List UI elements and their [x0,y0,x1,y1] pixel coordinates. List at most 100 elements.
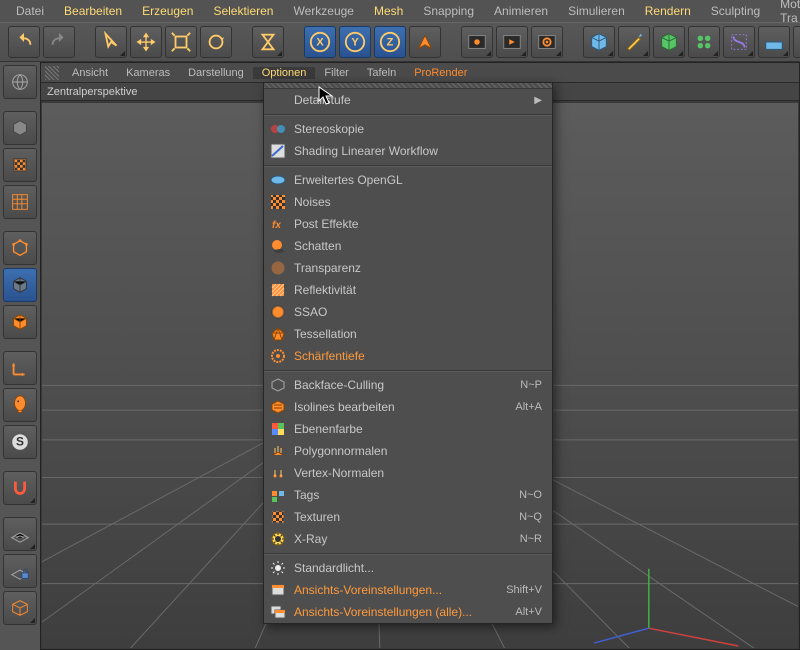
edge-mode-button[interactable] [3,305,37,339]
polygon-normals-icon [270,443,286,459]
transparency-icon [270,260,286,276]
scale-tool-button[interactable] [165,26,197,58]
vp-menu-optionen[interactable]: Optionen [253,67,316,79]
move-tool-button[interactable] [130,26,162,58]
viewport-drag-handle[interactable] [45,66,59,80]
generator-button[interactable] [653,26,685,58]
dd-item-tessellation[interactable]: Tessellation [264,323,552,345]
menu-motiontracker[interactable]: Motion Tra [770,0,800,28]
vp-menu-prorender[interactable]: ProRender [405,67,476,79]
vp-menu-ansicht[interactable]: Ansicht [63,67,117,79]
dd-item-schaerfentiefe[interactable]: Schärfentiefe [264,345,552,367]
svg-text:Y: Y [351,37,359,49]
shortcut-label: Alt+A [515,401,542,413]
dd-item-shading-linear[interactable]: Shading Linearer Workflow [264,140,552,162]
dd-item-texturen[interactable]: Texturen N~Q [264,506,552,528]
undo-button[interactable] [8,26,40,58]
point-mode-button[interactable] [3,268,37,302]
vp-menu-darstellung[interactable]: Darstellung [179,67,253,79]
dd-item-posteffekte[interactable]: fx Post Effekte [264,213,552,235]
dd-item-noises[interactable]: Noises [264,191,552,213]
menu-snapping[interactable]: Snapping [413,1,484,21]
dd-item-ebenenfarbe[interactable]: Ebenenfarbe [264,418,552,440]
shortcut-label: Alt+V [515,606,542,618]
axis-z-button[interactable]: Z [374,26,406,58]
dd-item-ansichts-voreinst-alle[interactable]: Ansichts-Voreinstellungen (alle)... Alt+… [264,601,552,623]
textures-icon [270,509,286,525]
recent-tool-button[interactable] [252,26,284,58]
xray-icon [270,531,286,547]
dd-item-detailstufe[interactable]: Detailstufe ▶ [264,89,552,111]
menu-simulieren[interactable]: Simulieren [558,1,635,21]
axis-mode-button[interactable] [3,351,37,385]
noise-icon [270,194,286,210]
dd-item-stereoskopie[interactable]: Stereoskopie [264,118,552,140]
main-toolbar: X Y Z [0,22,800,62]
axis-y-button[interactable]: Y [339,26,371,58]
workplane-mode-button[interactable] [3,591,37,625]
environment-button[interactable] [758,26,790,58]
dd-item-reflektivitaet[interactable]: Reflektivität [264,279,552,301]
object-mode-button[interactable] [3,231,37,265]
vp-menu-filter[interactable]: Filter [315,67,357,79]
make-editable-button[interactable] [3,111,37,145]
workplane-lock-button[interactable] [3,554,37,588]
menu-sculpting[interactable]: Sculpting [701,1,770,21]
menu-bearbeiten[interactable]: Bearbeiten [54,1,132,21]
dd-item-tags[interactable]: Tags N~O [264,484,552,506]
viewport-menu-bar: Ansicht Kameras Darstellung Optionen Fil… [41,63,799,83]
dd-item-vertexnormalen[interactable]: Vertex-Normalen [264,462,552,484]
optionen-dropdown: Detailstufe ▶ Stereoskopie Shading Linea… [263,82,553,624]
dd-item-xray[interactable]: X-Ray N~R [264,528,552,550]
dd-item-isolines[interactable]: Isolines bearbeiten Alt+A [264,396,552,418]
snap-dollar-button[interactable]: S [3,425,37,459]
deformer-button[interactable] [723,26,755,58]
workplane-button[interactable] [3,517,37,551]
select-tool-button[interactable] [95,26,127,58]
render-pv-button[interactable] [496,26,528,58]
model-mode-button[interactable] [3,148,37,182]
spline-pen-button[interactable] [618,26,650,58]
primitive-cube-button[interactable] [583,26,615,58]
menu-animieren[interactable]: Animieren [484,1,558,21]
mograph-button[interactable] [688,26,720,58]
dd-item-backface-culling[interactable]: Backface-Culling N~P [264,374,552,396]
dd-item-schatten[interactable]: Schatten [264,235,552,257]
axis-x-button[interactable]: X [304,26,336,58]
vp-menu-kameras[interactable]: Kameras [117,67,179,79]
svg-text:Z: Z [387,37,394,49]
menu-erzeugen[interactable]: Erzeugen [132,1,203,21]
snap-toggle-button[interactable] [3,471,37,505]
reflectivity-icon [270,282,286,298]
render-view-button[interactable] [461,26,493,58]
default-light-icon [270,560,286,576]
viewport-solo-button[interactable] [3,388,37,422]
menu-mesh[interactable]: Mesh [364,1,413,21]
dd-item-standardlicht[interactable]: Standardlicht... [264,557,552,579]
redo-button[interactable] [43,26,75,58]
dd-item-polygonnormalen[interactable]: Polygonnormalen [264,440,552,462]
submenu-arrow-icon: ▶ [534,95,542,106]
dd-item-ansichts-voreinst[interactable]: Ansichts-Voreinstellungen... Shift+V [264,579,552,601]
dd-item-transparenz[interactable]: Transparenz [264,257,552,279]
menu-rendern[interactable]: Rendern [635,1,701,21]
texture-mode-button[interactable] [3,185,37,219]
isolines-icon [270,399,286,415]
menu-werkzeuge[interactable]: Werkzeuge [283,1,363,21]
vp-menu-tafeln[interactable]: Tafeln [358,67,405,79]
tessellation-icon [270,326,286,342]
shortcut-label: N~R [520,533,542,545]
shortcut-label: N~Q [519,511,542,523]
render-settings-button[interactable] [531,26,563,58]
dd-item-ssao[interactable]: SSAO [264,301,552,323]
rotate-tool-button[interactable] [200,26,232,58]
shadow-icon [270,238,286,254]
view-prefs-all-icon [270,604,286,620]
dd-item-opengl[interactable]: Erweitertes OpenGL [264,169,552,191]
menu-datei[interactable]: Datei [6,1,54,21]
view-nav-button[interactable] [3,65,37,99]
coord-system-button[interactable] [409,26,441,58]
svg-text:fx: fx [272,220,281,231]
menu-selektieren[interactable]: Selektieren [203,1,283,21]
camera-button[interactable] [793,26,800,58]
